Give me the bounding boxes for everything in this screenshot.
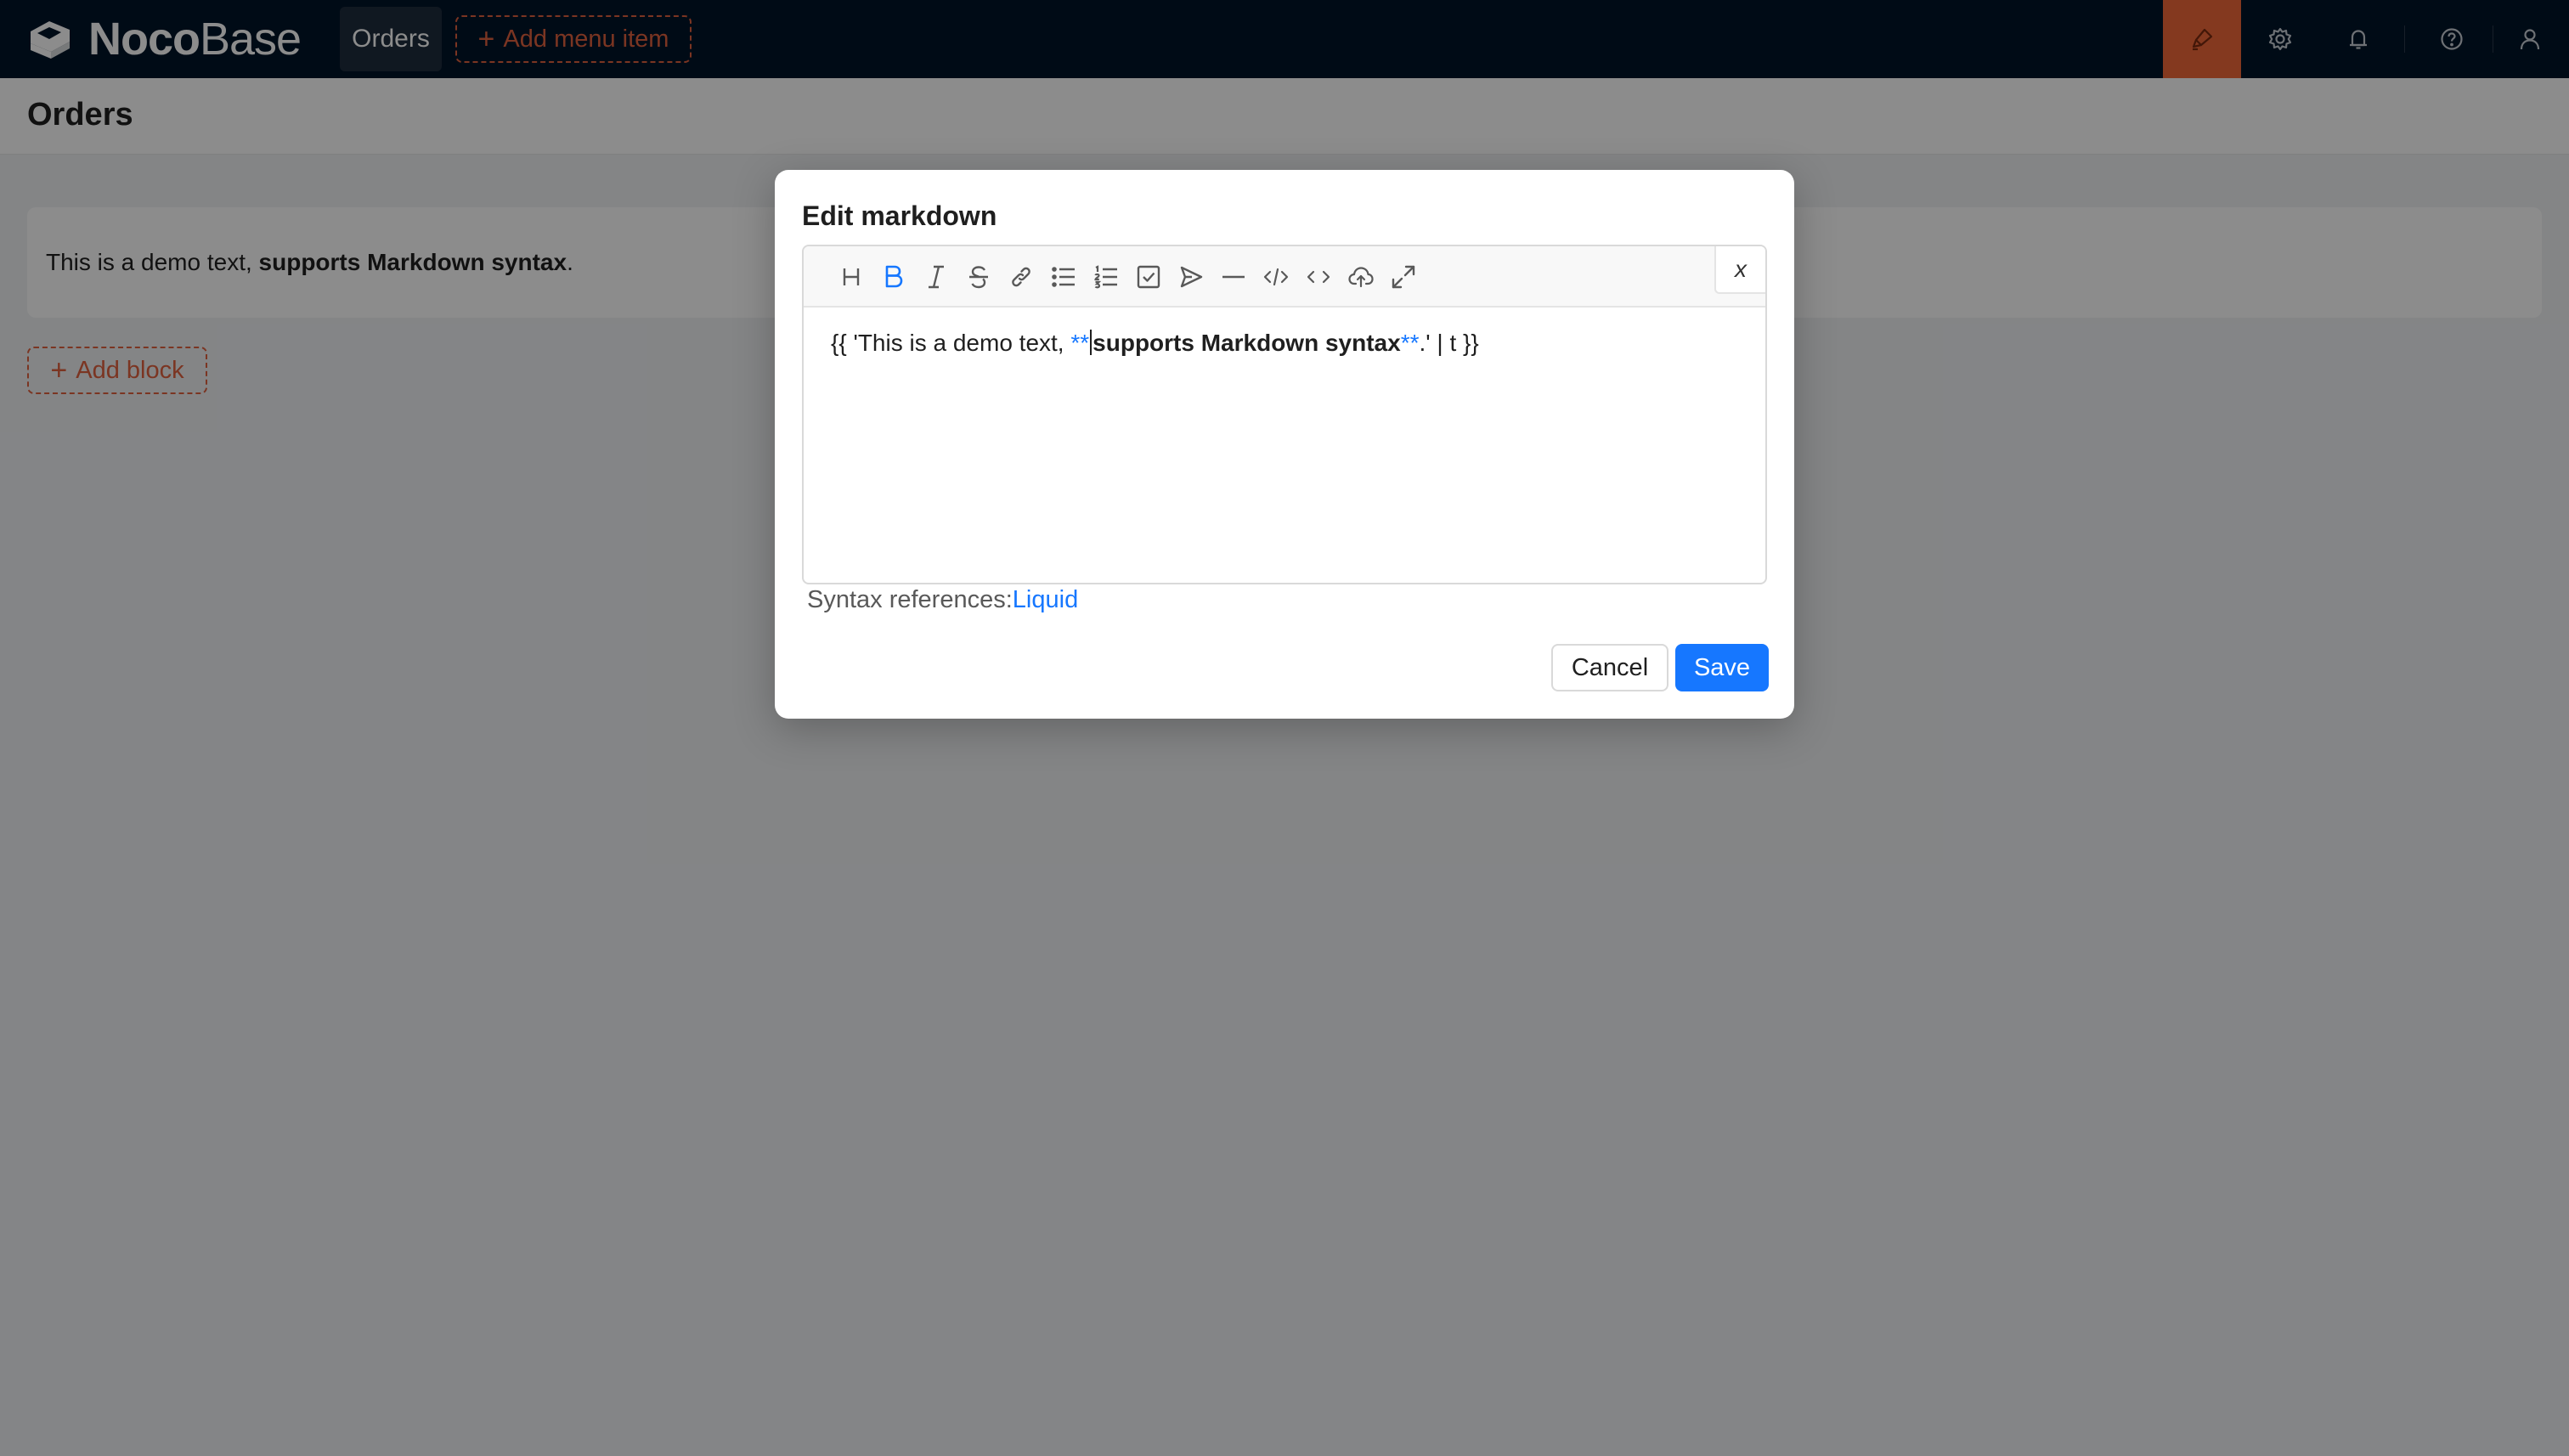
syntax-references: Syntax references:Liquid — [807, 586, 1079, 613]
checkbox-icon — [1137, 265, 1160, 289]
editor-toolbar: x — [804, 246, 1765, 308]
italic-button[interactable] — [918, 258, 955, 296]
ordered-list-button[interactable] — [1087, 258, 1125, 296]
bold-button[interactable] — [875, 258, 912, 296]
dialog-title: Edit markdown — [802, 200, 997, 231]
unordered-list-icon — [1052, 267, 1075, 287]
horizontal-rule-icon — [1222, 275, 1245, 279]
heading-icon — [843, 268, 860, 285]
ordered-list-icon — [1094, 265, 1117, 289]
cancel-label: Cancel — [1571, 653, 1649, 681]
inline-code-icon — [1307, 270, 1330, 284]
quote-button[interactable] — [1172, 258, 1210, 296]
link-button[interactable] — [1002, 258, 1040, 296]
text-caret — [1090, 330, 1093, 355]
inline-code-button[interactable] — [1300, 258, 1337, 296]
markdown-editor: x {{ 'This is a demo text, ** supports Ma… — [802, 245, 1767, 584]
upload-button[interactable] — [1342, 258, 1380, 296]
strikethrough-button[interactable] — [960, 258, 997, 296]
save-button[interactable]: Save — [1675, 644, 1769, 691]
code-block-button[interactable] — [1257, 258, 1295, 296]
strikethrough-icon — [969, 266, 988, 289]
editor-content[interactable]: {{ 'This is a demo text, ** supports Mark… — [831, 330, 1479, 357]
close-icon: x — [1735, 256, 1747, 282]
cancel-button[interactable]: Cancel — [1551, 644, 1668, 691]
liquid-link[interactable]: Liquid — [1013, 586, 1078, 613]
send-icon — [1180, 266, 1203, 288]
italic-icon — [929, 265, 944, 289]
save-label: Save — [1693, 653, 1751, 681]
code-block-icon — [1263, 268, 1289, 286]
edit-markdown-dialog: Edit markdown x {{'This is a demo text,… — [775, 170, 1794, 719]
link-icon — [1012, 267, 1030, 287]
fullscreen-button[interactable] — [1385, 258, 1422, 296]
fullscreen-icon — [1392, 265, 1415, 289]
editor-close-button[interactable]: x — [1714, 246, 1765, 294]
heading-button[interactable] — [833, 258, 870, 296]
cloud-upload-icon — [1348, 267, 1374, 288]
unordered-list-button[interactable] — [1045, 258, 1082, 296]
horizontal-rule-button[interactable] — [1215, 258, 1252, 296]
checklist-button[interactable] — [1130, 258, 1167, 296]
bold-icon — [885, 265, 903, 288]
